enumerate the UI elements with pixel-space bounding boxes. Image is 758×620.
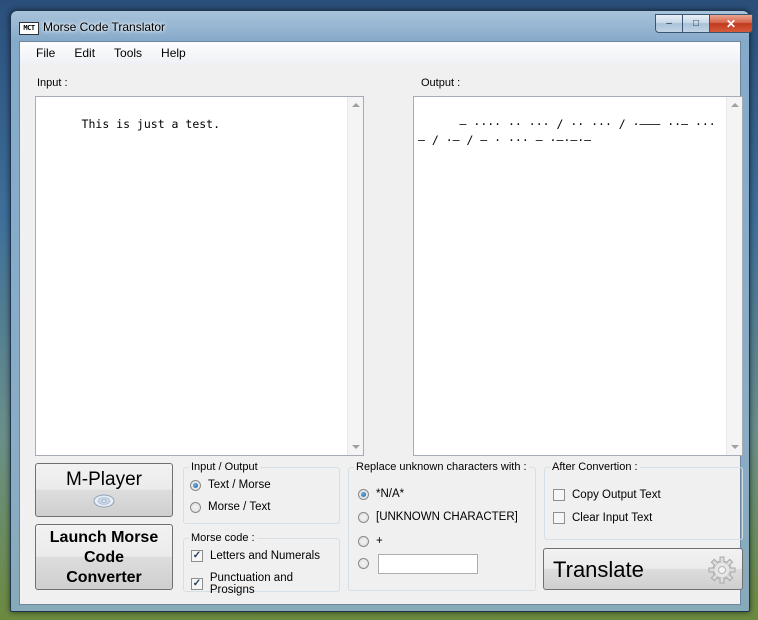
morse-option-letters[interactable]: ✓ Letters and Numerals: [191, 550, 320, 562]
io-option-morse-text[interactable]: Morse / Text: [190, 501, 270, 513]
scroll-down-icon[interactable]: [352, 445, 360, 449]
io-option-text-morse[interactable]: Text / Morse: [190, 479, 271, 491]
window-controls: – □ ✕: [655, 14, 753, 33]
morse-option-label: Punctuation and Prosigns: [209, 572, 293, 596]
input-scrollbar[interactable]: [347, 97, 363, 455]
output-scrollbar[interactable]: [726, 97, 742, 455]
radio-unselected[interactable]: [358, 558, 369, 569]
replace-group-title: Replace unknown characters with :: [354, 461, 529, 473]
launch-converter-button[interactable]: Launch Morse Code Converter: [35, 524, 173, 590]
output-label: Output :: [421, 77, 461, 89]
after-group-title: After Convertion :: [550, 461, 640, 473]
after-option-label: Clear Input Text: [572, 512, 653, 524]
close-button[interactable]: ✕: [710, 14, 753, 33]
io-groupbox: Input / Output Text / Morse Morse / Text: [183, 461, 340, 524]
replace-custom-input[interactable]: [378, 554, 478, 574]
window-title: Morse Code Translator: [43, 20, 166, 34]
io-option-label: Morse / Text: [208, 501, 271, 513]
morse-groupbox: Morse code : ✓ Letters and Numerals ✓ Pu…: [183, 532, 340, 596]
replace-option-custom[interactable]: [358, 558, 376, 569]
gear-icon: [708, 556, 736, 584]
output-textarea[interactable]: – ···· ·· ··· / ·· ··· / ·––– ··– ··· – …: [413, 96, 743, 456]
app-logo-icon: MCT: [19, 22, 39, 35]
title-bar[interactable]: MCT Morse Code Translator – □ ✕: [11, 11, 753, 41]
replace-option-unknown[interactable]: [UNKNOWN CHARACTER]: [358, 511, 518, 523]
launch-label-line3: Converter: [66, 569, 142, 586]
replace-option-label: [UNKNOWN CHARACTER]: [376, 511, 518, 523]
client-area: File Edit Tools Help Input : Output : Th…: [19, 41, 743, 605]
checkbox-checked[interactable]: ✓: [191, 550, 203, 562]
after-option-clear[interactable]: Clear Input Text: [553, 512, 652, 524]
radio-unselected[interactable]: [358, 511, 369, 523]
checkbox-unchecked[interactable]: [553, 512, 565, 524]
replace-option-plus[interactable]: +: [358, 535, 383, 547]
menu-tools[interactable]: Tools: [105, 42, 151, 64]
output-text: – ···· ·· ··· / ·· ··· / ·––– ··– ··· – …: [418, 117, 723, 147]
scroll-down-icon[interactable]: [731, 445, 739, 449]
cd-icon: [93, 494, 115, 508]
radio-selected[interactable]: [190, 479, 201, 491]
morse-group-title: Morse code :: [189, 532, 257, 544]
replace-option-label: *N/A*: [376, 488, 405, 500]
menu-file[interactable]: File: [27, 42, 64, 64]
replace-option-label: +: [376, 535, 383, 547]
morse-option-punctuation[interactable]: ✓ Punctuation and Prosigns: [191, 572, 339, 596]
app-window: MCT Morse Code Translator – □ ✕ File Edi…: [10, 10, 753, 612]
scroll-up-icon[interactable]: [731, 103, 739, 107]
radio-unselected[interactable]: [358, 535, 369, 547]
morse-option-label: Letters and Numerals: [210, 550, 320, 562]
io-group-title: Input / Output: [189, 461, 260, 473]
checkbox-unchecked[interactable]: [553, 489, 565, 501]
maximize-button[interactable]: □: [683, 14, 710, 33]
translate-label: Translate: [553, 557, 644, 582]
radio-unselected[interactable]: [190, 501, 201, 513]
menu-edit[interactable]: Edit: [65, 42, 104, 64]
replace-groupbox: Replace unknown characters with : *N/A* …: [348, 461, 536, 591]
menu-bar: File Edit Tools Help: [20, 42, 740, 64]
replace-option-na[interactable]: *N/A*: [358, 488, 404, 500]
menu-help[interactable]: Help: [152, 42, 195, 64]
scroll-up-icon[interactable]: [352, 103, 360, 107]
translate-button[interactable]: Translate: [543, 548, 743, 590]
mplayer-label: M-Player: [65, 469, 142, 490]
after-groupbox: After Convertion : Copy Output Text Clea…: [544, 461, 743, 540]
after-option-copy[interactable]: Copy Output Text: [553, 489, 661, 501]
input-label: Input :: [37, 77, 68, 89]
after-option-label: Copy Output Text: [572, 489, 661, 501]
input-textarea[interactable]: This is just a test.: [35, 96, 364, 456]
input-text: This is just a test.: [81, 117, 221, 131]
mplayer-button[interactable]: M-Player: [35, 463, 173, 517]
radio-selected[interactable]: [358, 488, 369, 500]
launch-label-line1: Launch Morse: [49, 529, 159, 546]
checkbox-checked[interactable]: ✓: [191, 578, 203, 590]
io-option-label: Text / Morse: [208, 479, 271, 491]
launch-label-line2: Code: [84, 549, 124, 566]
minimize-button[interactable]: –: [655, 14, 683, 33]
